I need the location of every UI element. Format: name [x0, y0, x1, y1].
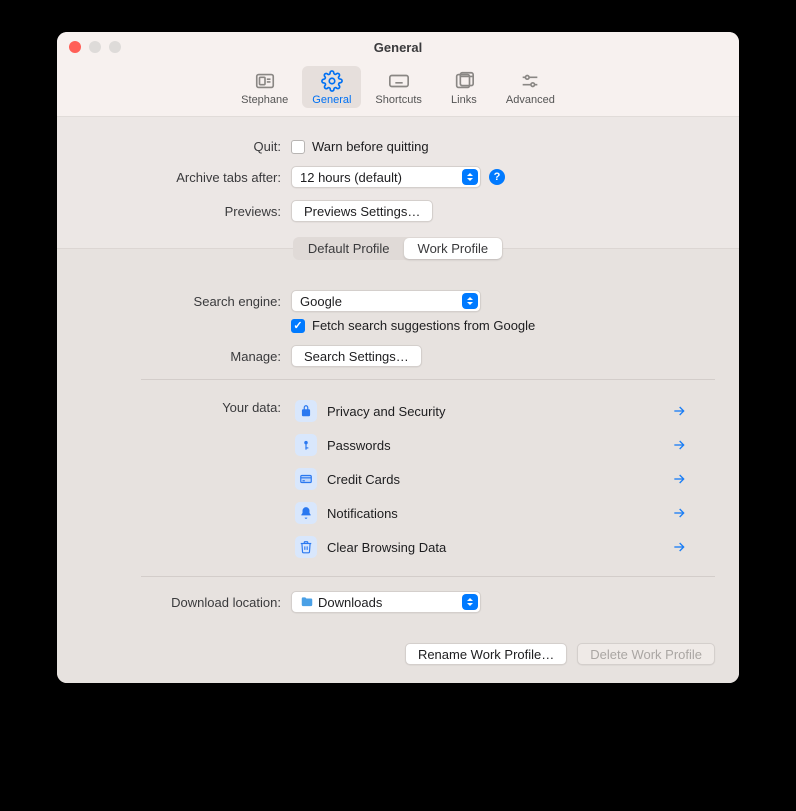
- data-item-credit-cards[interactable]: Credit Cards: [291, 462, 691, 496]
- data-label: Your data:: [81, 394, 281, 415]
- data-item-label: Privacy and Security: [327, 404, 446, 419]
- archive-tabs-select[interactable]: 12 hours (default): [291, 166, 481, 188]
- archive-row: Archive tabs after: 12 hours (default) ?: [81, 166, 715, 188]
- titlebar: General: [57, 32, 739, 62]
- search-settings-label: Search Settings…: [304, 349, 409, 364]
- profile-segmented-control: Default Profile Work Profile: [293, 237, 503, 260]
- search-settings-button[interactable]: Search Settings…: [291, 345, 422, 367]
- delete-profile-button: Delete Work Profile: [577, 643, 715, 665]
- manage-row: Manage: Search Settings…: [81, 345, 715, 367]
- previews-row: Previews: Previews Settings…: [81, 200, 715, 222]
- delete-profile-label: Delete Work Profile: [590, 647, 702, 662]
- segment-work-profile[interactable]: Work Profile: [404, 238, 503, 259]
- folder-icon: [300, 595, 314, 609]
- key-icon: [295, 434, 317, 456]
- toolbar-tab-stephane[interactable]: Stephane: [231, 66, 298, 108]
- arrow-right-icon: [671, 505, 687, 521]
- previews-settings-button[interactable]: Previews Settings…: [291, 200, 433, 222]
- window-title: General: [374, 40, 422, 55]
- arrow-right-icon: [671, 539, 687, 555]
- data-item-label: Credit Cards: [327, 472, 400, 487]
- search-engine-select[interactable]: Google: [291, 290, 481, 312]
- window-controls: [69, 41, 121, 53]
- close-window-button[interactable]: [69, 41, 81, 53]
- toolbar-tab-shortcuts[interactable]: Shortcuts: [365, 66, 431, 108]
- toolbar-tab-label: Links: [451, 94, 477, 106]
- previews-settings-label: Previews Settings…: [304, 204, 420, 219]
- toolbar-tab-links[interactable]: Links: [436, 66, 492, 108]
- trash-icon: [295, 536, 317, 558]
- data-item-passwords[interactable]: Passwords: [291, 428, 691, 462]
- minimize-window-button[interactable]: [89, 41, 101, 53]
- search-suggest-row: Fetch search suggestions from Google: [81, 318, 715, 333]
- toolbar-tab-label: Stephane: [241, 94, 288, 106]
- search-engine-label: Search engine:: [81, 294, 281, 309]
- data-item-notifications[interactable]: Notifications: [291, 496, 691, 530]
- download-location-value: Downloads: [318, 595, 382, 610]
- download-label: Download location:: [81, 595, 281, 610]
- arrow-right-icon: [671, 403, 687, 419]
- archive-help-button[interactable]: ?: [489, 169, 505, 185]
- sliders-icon: [519, 70, 541, 92]
- quit-row: Quit: Warn before quitting: [81, 139, 715, 154]
- profile-icon: [254, 70, 276, 92]
- archive-tabs-value: 12 hours (default): [300, 170, 402, 185]
- footer-buttons: Rename Work Profile… Delete Work Profile: [81, 643, 715, 665]
- data-item-label: Clear Browsing Data: [327, 540, 446, 555]
- divider: [141, 379, 715, 380]
- toolbar-tab-label: Shortcuts: [375, 94, 421, 106]
- manage-label: Manage:: [81, 349, 281, 364]
- data-row: Your data: Privacy and Security: [81, 394, 715, 564]
- arrow-right-icon: [671, 471, 687, 487]
- data-item-label: Notifications: [327, 506, 398, 521]
- toolbar-tab-advanced[interactable]: Advanced: [496, 66, 565, 108]
- browser-icon: [453, 70, 475, 92]
- rename-profile-label: Rename Work Profile…: [418, 647, 554, 662]
- select-stepper-icon: [462, 169, 478, 185]
- select-stepper-icon: [462, 594, 478, 610]
- data-item-privacy[interactable]: Privacy and Security: [291, 394, 691, 428]
- toolbar-tab-label: General: [312, 94, 351, 106]
- arrow-right-icon: [671, 437, 687, 453]
- content-area: Quit: Warn before quitting Archive tabs …: [57, 117, 739, 683]
- keyboard-icon: [388, 70, 410, 92]
- select-stepper-icon: [462, 293, 478, 309]
- search-engine-row: Search engine: Google: [81, 290, 715, 312]
- profile-section: Default Profile Work Profile Search engi…: [57, 248, 739, 683]
- download-row: Download location: Downloads: [81, 591, 715, 613]
- quit-label: Quit:: [81, 139, 281, 154]
- archive-label: Archive tabs after:: [81, 170, 281, 185]
- search-suggestions-checkbox[interactable]: Fetch search suggestions from Google: [291, 318, 535, 333]
- rename-profile-button[interactable]: Rename Work Profile…: [405, 643, 567, 665]
- search-suggestions-label: Fetch search suggestions from Google: [312, 318, 535, 333]
- lock-icon: [295, 400, 317, 422]
- zoom-window-button[interactable]: [109, 41, 121, 53]
- download-location-select[interactable]: Downloads: [291, 591, 481, 613]
- checkbox-icon: [291, 319, 305, 333]
- search-engine-value: Google: [300, 294, 342, 309]
- warn-quit-label: Warn before quitting: [312, 139, 429, 154]
- previews-label: Previews:: [81, 204, 281, 219]
- preferences-window: General Stephane General Shortcuts Links…: [57, 32, 739, 683]
- toolbar-tab-general[interactable]: General: [302, 66, 361, 108]
- toolbar-tab-label: Advanced: [506, 94, 555, 106]
- credit-card-icon: [295, 468, 317, 490]
- warn-quit-checkbox[interactable]: Warn before quitting: [291, 139, 429, 154]
- data-item-clear-data[interactable]: Clear Browsing Data: [291, 530, 691, 564]
- bell-icon: [295, 502, 317, 524]
- preferences-toolbar: Stephane General Shortcuts Links Advance…: [57, 62, 739, 117]
- segment-default-profile[interactable]: Default Profile: [294, 238, 404, 259]
- divider: [141, 576, 715, 577]
- data-item-label: Passwords: [327, 438, 391, 453]
- checkbox-icon: [291, 140, 305, 154]
- gear-icon: [321, 70, 343, 92]
